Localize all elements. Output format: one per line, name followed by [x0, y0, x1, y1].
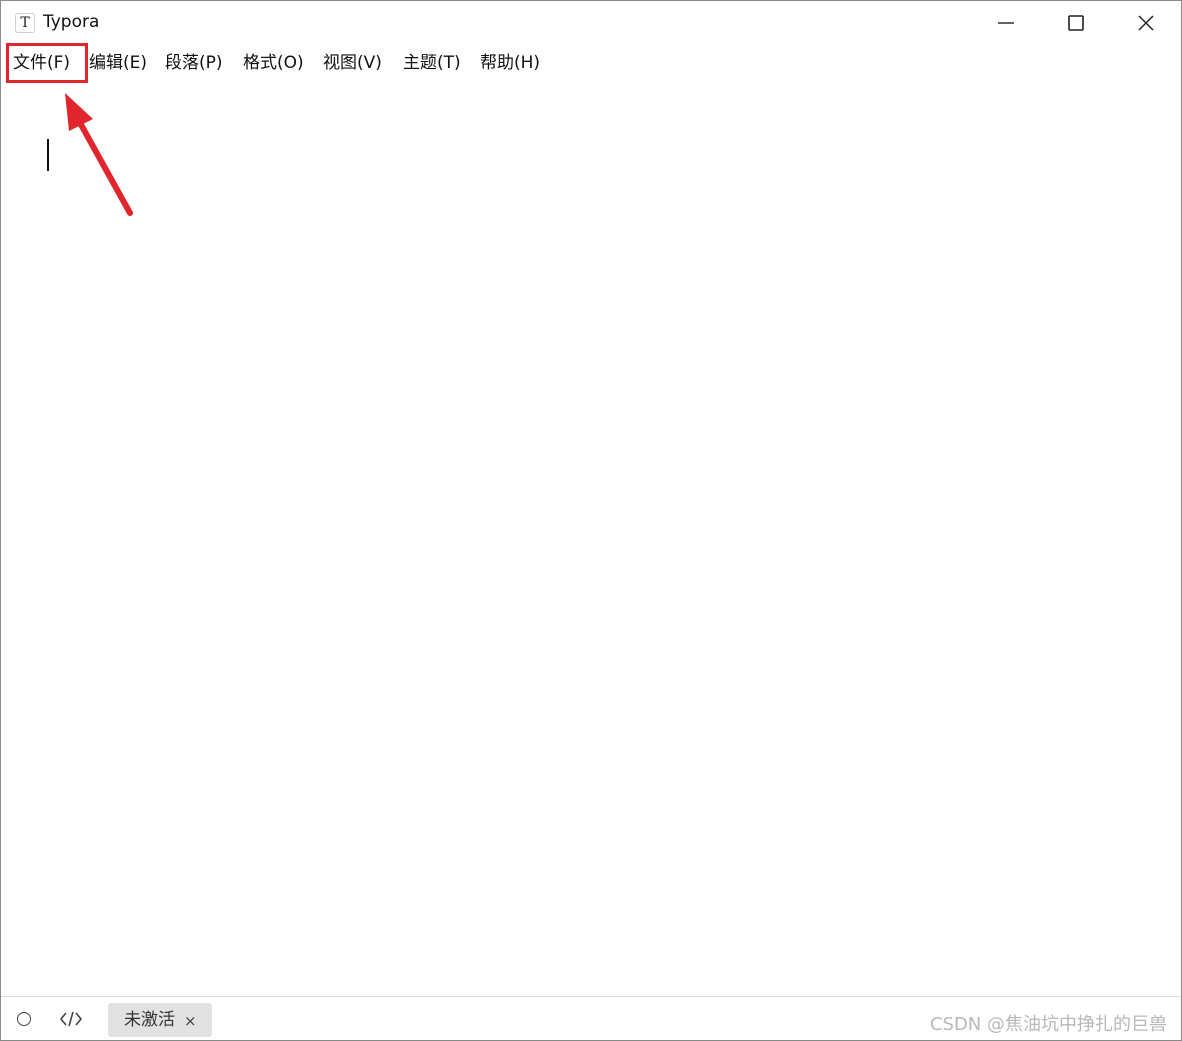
- menu-help[interactable]: 帮助(H): [480, 51, 540, 75]
- unactivated-tag[interactable]: 未激活 ×: [108, 1003, 212, 1037]
- annotation-arrow-icon: [65, 93, 133, 216]
- status-bar: 未激活 × CSDN @焦油坑中挣扎的巨兽: [1, 996, 1181, 1040]
- typora-window: T Typora 文件(F) 编辑(E) 段落(P) 格式(O) 视图(V) 主…: [0, 0, 1182, 1041]
- tag-label: 未激活: [124, 1010, 175, 1030]
- minimize-button[interactable]: [971, 1, 1041, 45]
- menu-view[interactable]: 视图(V): [323, 51, 382, 75]
- menu-format[interactable]: 格式(O): [243, 51, 304, 75]
- tag-close-icon[interactable]: ×: [184, 1010, 197, 1032]
- menu-themes[interactable]: 主题(T): [403, 51, 461, 75]
- code-brackets-icon[interactable]: [59, 1010, 83, 1028]
- circle-icon[interactable]: [17, 1012, 31, 1026]
- close-button[interactable]: [1111, 1, 1181, 45]
- text-cursor: [47, 139, 49, 171]
- watermark: CSDN @焦油坑中挣扎的巨兽: [929, 1014, 1167, 1035]
- maximize-button[interactable]: [1041, 1, 1111, 45]
- minimize-icon: [998, 22, 1014, 24]
- maximize-icon: [1068, 15, 1084, 31]
- close-icon: [1138, 15, 1154, 31]
